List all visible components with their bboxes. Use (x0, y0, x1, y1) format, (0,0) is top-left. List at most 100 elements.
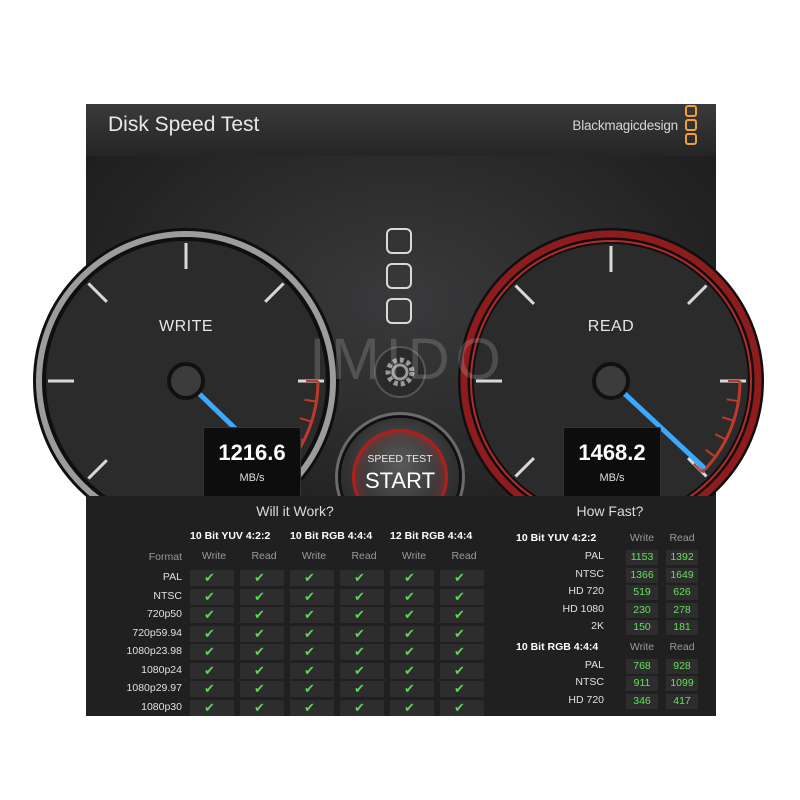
checkmark-icon: ✔ (304, 699, 315, 715)
checkmark-icon: ✔ (454, 644, 465, 659)
logo-square-icon (386, 298, 412, 324)
write-value: 1216.6 (218, 440, 286, 465)
compat-cell: ✔ (190, 625, 234, 642)
write-unit: MB/s (239, 472, 265, 484)
checkmark-icon: ✔ (254, 662, 265, 678)
logo-square-icon (386, 263, 412, 289)
compat-cell: ✔ (340, 570, 384, 586)
compat-cell: ✔ (440, 570, 484, 586)
checkmark-icon: ✔ (304, 625, 315, 641)
checkmark-icon: ✔ (254, 644, 265, 659)
read-readout: 1468.2 MB/s (563, 427, 661, 497)
compat-cell: ✔ (190, 644, 234, 660)
column-header-write: Write (301, 550, 327, 562)
results-panel: Will it Work? How Fast? 10 Bit YUV 4:2:2… (86, 496, 716, 716)
checkmark-icon: ✔ (254, 681, 265, 696)
checkmark-icon: ✔ (454, 625, 465, 641)
checkmark-icon: ✔ (254, 588, 265, 604)
compat-cell: ✔ (440, 588, 484, 605)
write-readout: 1216.6 MB/s (203, 427, 301, 497)
read-value: 1468.2 (578, 440, 646, 465)
compat-cell: ✔ (240, 681, 284, 697)
will-it-work-header: Will it Work? (256, 503, 334, 519)
compat-cell: ✔ (390, 644, 434, 660)
format-row-label: 1080p30 (141, 700, 182, 713)
compat-cell: ✔ (240, 699, 284, 716)
compat-cell: ✔ (340, 607, 384, 623)
speed-row-label: 2K (591, 620, 604, 632)
compat-cell: ✔ (440, 662, 484, 679)
compat-cell: ✔ (340, 681, 384, 697)
compat-cell: ✔ (190, 607, 234, 623)
compat-cell: ✔ (240, 588, 284, 605)
format-row-label: 1080p24 (141, 663, 182, 676)
checkmark-icon: ✔ (454, 588, 465, 604)
compat-cell: ✔ (290, 644, 334, 660)
checkmark-icon: ✔ (454, 681, 465, 696)
compat-cell: ✔ (390, 625, 434, 642)
speed-read-value: 181 (666, 620, 698, 635)
disk-speed-test-window: Disk Speed Test Blackmagicdesign WRITE 1… (33, 104, 764, 716)
compat-cell: ✔ (240, 644, 284, 660)
compat-cell: ✔ (190, 662, 234, 679)
compat-cell: ✔ (390, 699, 434, 716)
speed-header-read: Read (669, 532, 695, 544)
checkmark-icon: ✔ (404, 644, 415, 659)
format-row-label: 1080p29.97 (126, 682, 182, 694)
checkmark-icon: ✔ (204, 588, 215, 604)
checkmark-icon: ✔ (254, 607, 265, 622)
speed-row-label: PAL (584, 550, 604, 562)
compat-cell: ✔ (340, 662, 384, 679)
checkmark-icon: ✔ (304, 607, 315, 622)
checkmark-icon: ✔ (354, 570, 365, 585)
compat-cell: ✔ (290, 699, 334, 716)
checkmark-icon: ✔ (404, 681, 415, 696)
compat-cell: ✔ (340, 644, 384, 660)
speed-write-value: 150 (626, 620, 658, 635)
checkmark-icon: ✔ (404, 607, 415, 622)
compat-cell: ✔ (240, 570, 284, 586)
checkmark-icon: ✔ (454, 699, 465, 715)
checkmark-icon: ✔ (254, 570, 265, 585)
checkmark-icon: ✔ (354, 588, 365, 604)
compat-cell: ✔ (290, 607, 334, 623)
checkmark-icon: ✔ (454, 570, 465, 585)
checkmark-icon: ✔ (204, 699, 215, 715)
speed-read-value: 278 (666, 602, 698, 618)
speed-row-label: PAL (584, 658, 604, 671)
speed-header-write: Write (629, 640, 655, 653)
checkmark-icon: ✔ (454, 607, 465, 622)
checkmark-icon: ✔ (204, 644, 215, 659)
compat-cell: ✔ (290, 681, 334, 697)
speed-write-value: 346 (626, 693, 658, 709)
compat-cell: ✔ (440, 607, 484, 623)
speed-read-value: 626 (666, 585, 698, 600)
checkmark-icon: ✔ (204, 662, 215, 678)
compat-cell: ✔ (190, 588, 234, 605)
checkmark-icon: ✔ (404, 588, 415, 604)
read-unit: MB/s (599, 472, 625, 484)
logo-square-icon (386, 228, 412, 254)
column-header-read: Read (351, 550, 377, 562)
format-row-label: NTSC (153, 589, 182, 602)
speed-row-label: NTSC (575, 567, 604, 580)
format-row-label: 720p59.94 (132, 626, 182, 639)
compat-cell: ✔ (240, 607, 284, 623)
title-bar: Disk Speed Test Blackmagicdesign (86, 104, 716, 157)
app-title: Disk Speed Test (108, 113, 260, 136)
compat-cell: ✔ (390, 588, 434, 605)
checkmark-icon: ✔ (254, 699, 265, 715)
checkmark-icon: ✔ (304, 662, 315, 678)
compat-cell: ✔ (440, 681, 484, 697)
blackmagic-logo-icon (685, 105, 697, 145)
format-group-title: 10 Bit RGB 4:4:4 (290, 530, 373, 542)
checkmark-icon: ✔ (254, 625, 265, 641)
compat-cell: ✔ (290, 588, 334, 605)
speed-section-title: 10 Bit YUV 4:2:2 (516, 532, 597, 544)
checkmark-icon: ✔ (304, 681, 315, 696)
format-row-label: 1080p23.98 (126, 645, 182, 657)
checkmark-icon: ✔ (404, 699, 415, 715)
speed-write-value: 911 (626, 676, 658, 691)
compat-cell: ✔ (240, 625, 284, 642)
checkmark-icon: ✔ (304, 588, 315, 604)
